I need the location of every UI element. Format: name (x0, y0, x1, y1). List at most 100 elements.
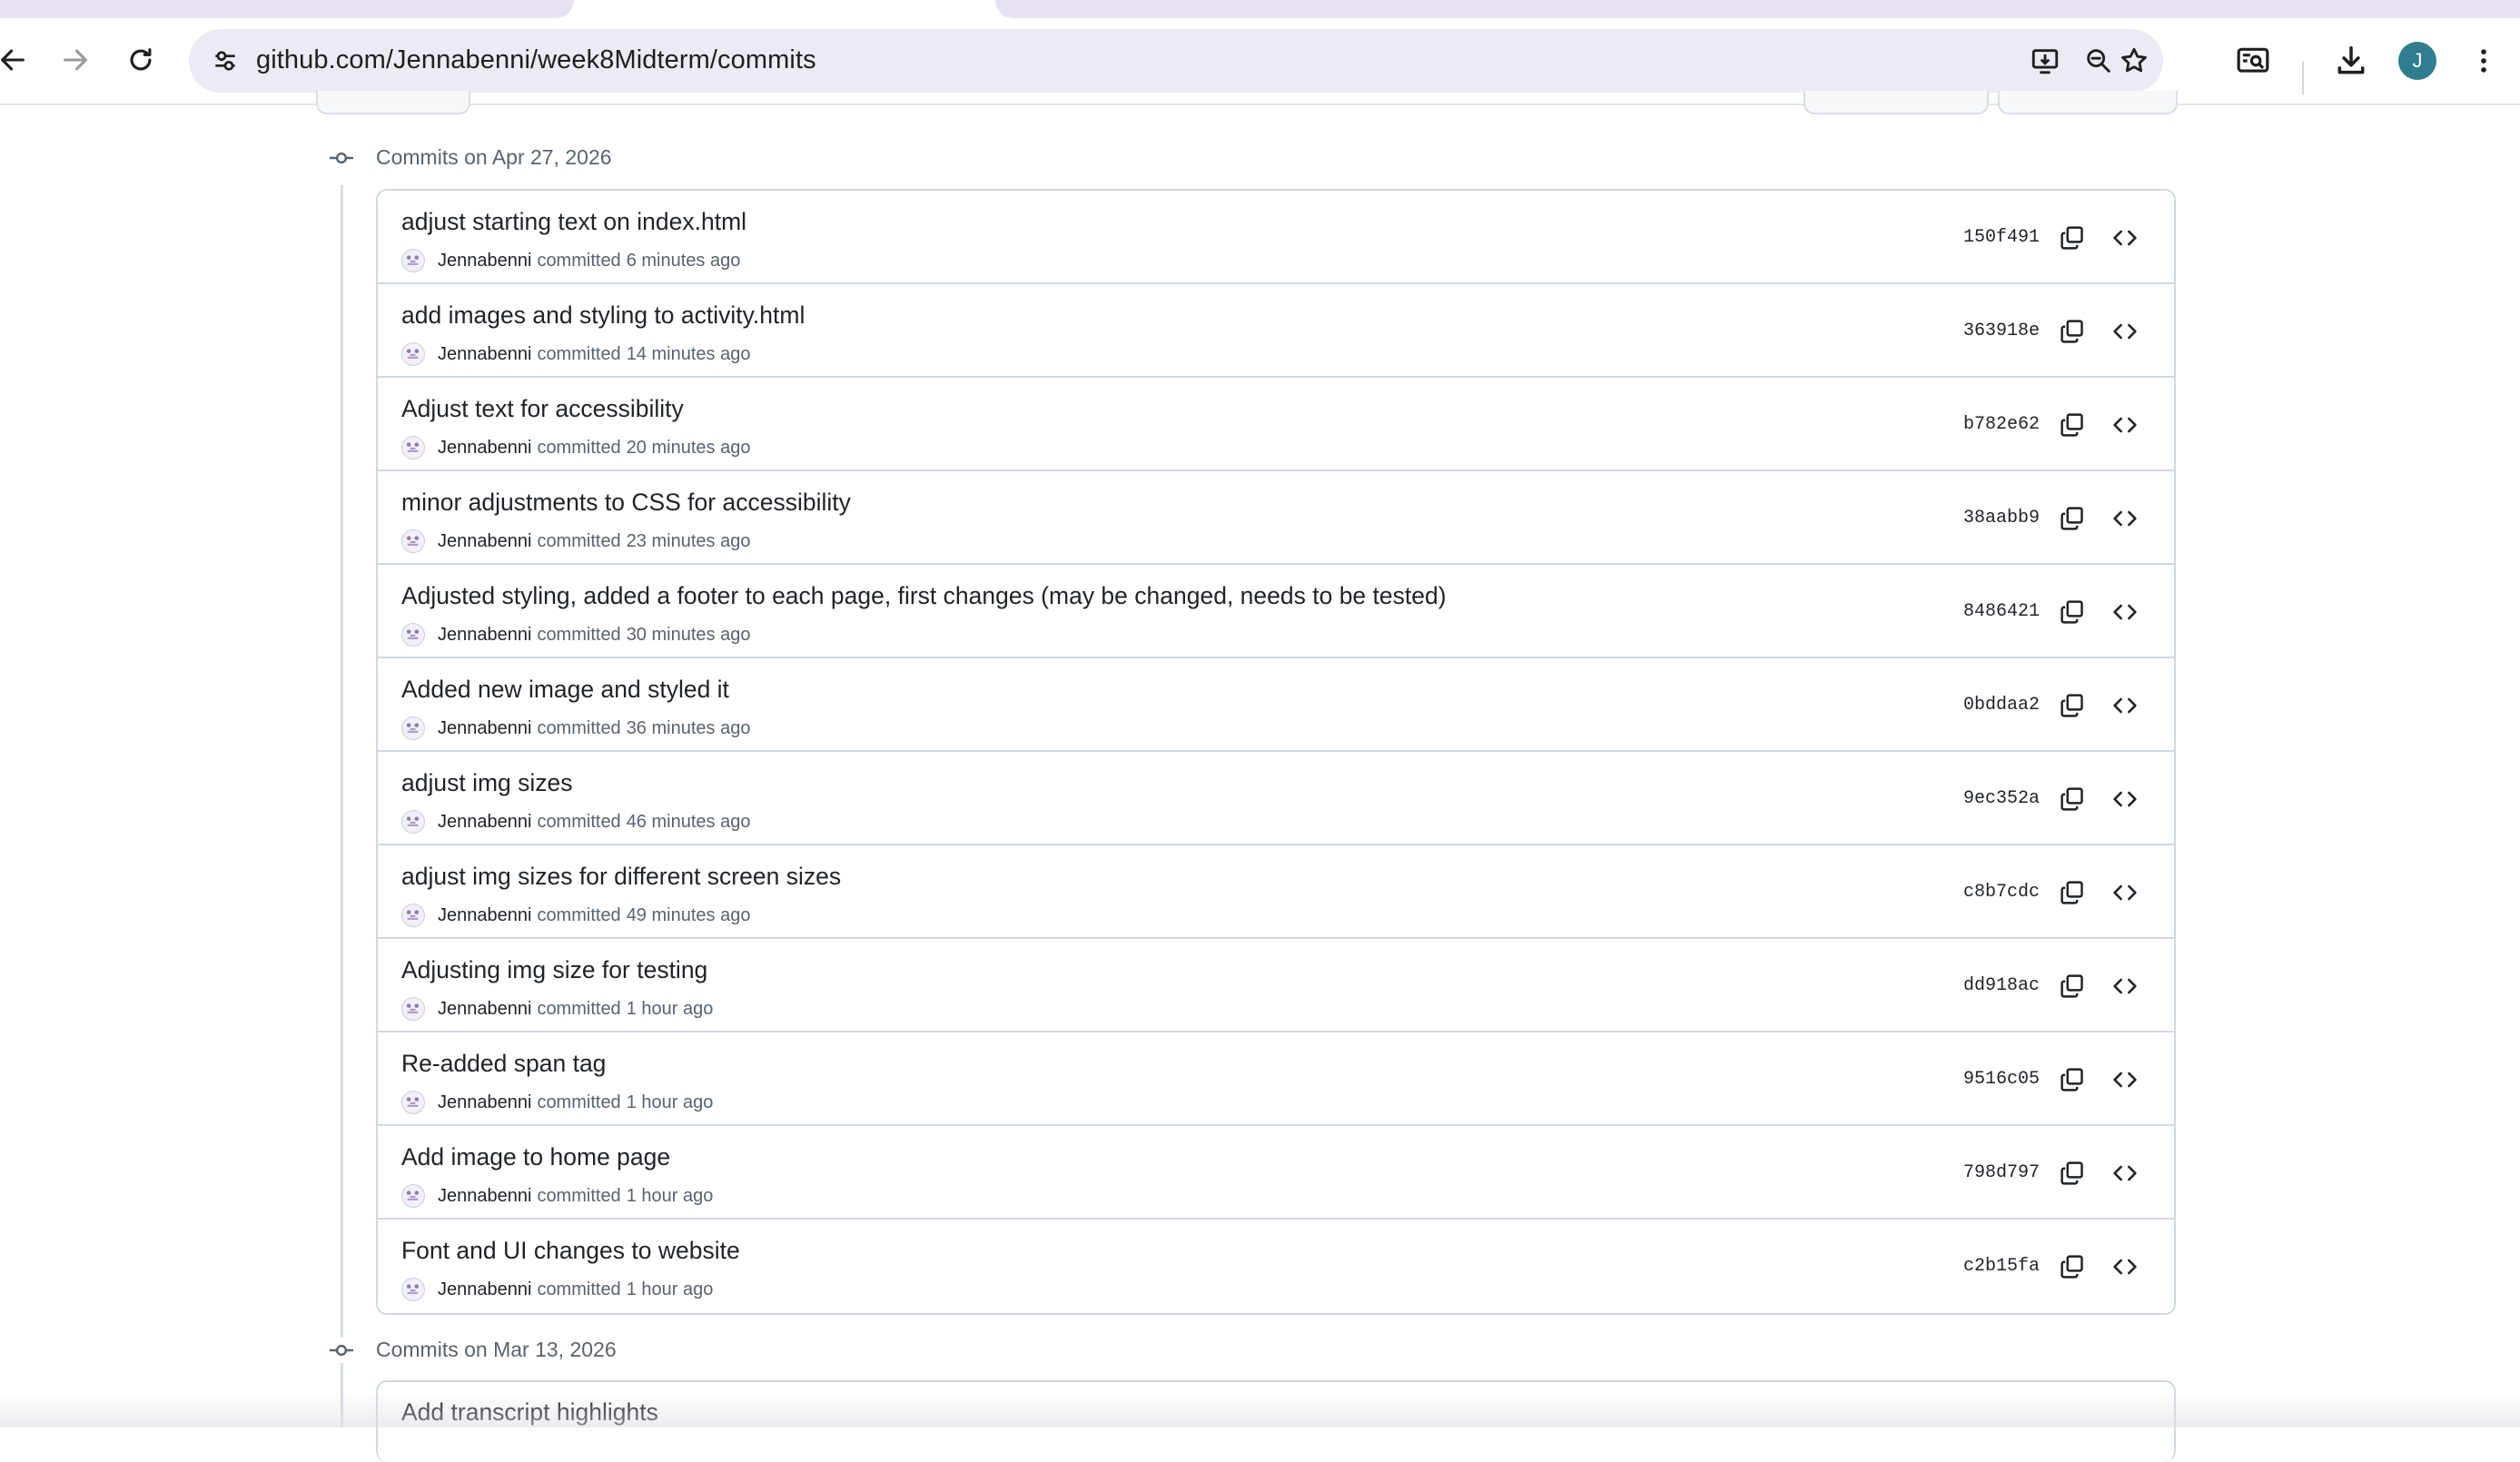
commit-row[interactable]: Adjust text for accessibility Jennabenni c… (378, 378, 2174, 471)
commit-row[interactable]: adjust img sizes for different screen si… (378, 845, 2174, 939)
back-button[interactable] (0, 40, 33, 80)
commit-row[interactable]: Add transcript highlights (378, 1382, 2174, 1462)
commit-row[interactable]: Font and UI changes to website Jennabenni… (378, 1220, 2174, 1313)
browse-repo-button[interactable] (2107, 968, 2143, 1004)
commit-row[interactable]: add images and styling to activity.html J… (378, 284, 2174, 378)
commit-author[interactable]: Jennabenni (438, 438, 531, 459)
browse-repo-button[interactable] (2107, 407, 2143, 443)
browse-repo-button[interactable] (2107, 874, 2143, 911)
commit-sha-link[interactable]: c2b15fa (1963, 1256, 2040, 1277)
copy-sha-button[interactable] (2054, 968, 2090, 1004)
commit-title[interactable]: adjust img sizes (401, 769, 573, 797)
commit-author[interactable]: Jennabenni (438, 344, 531, 365)
author-avatar[interactable] (401, 810, 425, 834)
inactive-tab-right[interactable] (995, 0, 2520, 18)
author-avatar[interactable] (401, 1091, 425, 1114)
browse-repo-button[interactable] (2107, 313, 2143, 350)
commit-sha-link[interactable]: 38aabb9 (1963, 508, 2040, 528)
forward-button[interactable] (55, 40, 95, 80)
copy-sha-button[interactable] (2054, 781, 2090, 817)
commit-author[interactable]: Jennabenni (438, 625, 531, 646)
commit-title[interactable]: adjust starting text on index.html (401, 208, 746, 236)
commit-author[interactable]: Jennabenni (438, 999, 531, 1020)
commit-title[interactable]: Add image to home page (401, 1143, 670, 1171)
author-avatar[interactable] (401, 1184, 425, 1208)
commit-title[interactable]: Add transcript highlights (401, 1398, 658, 1427)
partial-filter-button-2[interactable] (1998, 91, 2178, 114)
browse-repo-button[interactable] (2107, 781, 2143, 817)
lens-search-button[interactable] (2232, 40, 2274, 82)
commit-sha-link[interactable]: 150f491 (1963, 227, 2040, 248)
commit-row[interactable]: Adjusting img size for testing Jennabenni… (378, 939, 2174, 1032)
commit-author[interactable]: Jennabenni (438, 905, 531, 926)
author-avatar[interactable] (401, 904, 425, 927)
commit-title[interactable]: minor adjustments to CSS for accessibili… (401, 489, 851, 517)
partial-filter-button[interactable] (1804, 91, 1989, 114)
commit-title[interactable]: Re-added span tag (401, 1050, 606, 1078)
site-info-button[interactable] (205, 41, 245, 81)
copy-sha-button[interactable] (2054, 1249, 2090, 1285)
copy-sha-button[interactable] (2054, 500, 2090, 537)
commit-row[interactable]: Add image to home page Jennabenni committe… (378, 1126, 2174, 1220)
browse-repo-button[interactable] (2107, 687, 2143, 724)
zoom-button[interactable] (2079, 41, 2119, 81)
author-avatar[interactable] (401, 1278, 425, 1301)
commit-row[interactable]: minor adjustments to CSS for accessibili… (378, 471, 2174, 565)
commit-sha-link[interactable]: 9516c05 (1963, 1069, 2040, 1090)
commit-sha-link[interactable]: 363918e (1963, 321, 2040, 341)
author-avatar[interactable] (401, 997, 425, 1021)
commit-author[interactable]: Jennabenni (438, 1186, 531, 1207)
commit-author[interactable]: Jennabenni (438, 718, 531, 739)
commit-sha-link[interactable]: c8b7cdc (1963, 882, 2040, 903)
address-bar[interactable]: github.com/Jennabenni/week8Midterm/commi… (189, 29, 2163, 93)
browser-menu-button[interactable] (2463, 40, 2505, 82)
copy-sha-button[interactable] (2054, 407, 2090, 443)
commit-author[interactable]: Jennabenni (438, 1092, 531, 1113)
author-avatar[interactable] (401, 342, 425, 366)
commit-row[interactable]: Re-added span tag Jennabenni committed 1 ho… (378, 1032, 2174, 1126)
commit-sha-link[interactable]: 0bddaa2 (1963, 695, 2040, 716)
commit-title[interactable]: Adjusted styling, added a footer to each… (401, 582, 1447, 610)
copy-sha-button[interactable] (2054, 313, 2090, 350)
bookmark-button[interactable] (2114, 41, 2154, 81)
copy-sha-button[interactable] (2054, 220, 2090, 256)
author-avatar[interactable] (401, 716, 425, 740)
browse-repo-button[interactable] (2107, 1155, 2143, 1191)
copy-sha-button[interactable] (2054, 1155, 2090, 1191)
commit-sha-link[interactable]: 8486421 (1963, 601, 2040, 622)
commit-title[interactable]: Font and UI changes to website (401, 1237, 740, 1265)
commit-title[interactable]: Adjust text for accessibility (401, 395, 684, 423)
browse-repo-button[interactable] (2107, 1249, 2143, 1285)
commit-sha-link[interactable]: dd918ac (1963, 975, 2040, 996)
commit-author[interactable]: Jennabenni (438, 251, 531, 272)
commit-author[interactable]: Jennabenni (438, 812, 531, 833)
commit-row[interactable]: adjust img sizes Jennabenni committed 46 mi… (378, 752, 2174, 845)
author-avatar[interactable] (401, 529, 425, 553)
partial-branch-button[interactable] (316, 91, 470, 114)
reload-button[interactable] (121, 40, 161, 80)
copy-sha-button[interactable] (2054, 874, 2090, 911)
browse-repo-button[interactable] (2107, 594, 2143, 630)
commit-sha-link[interactable]: 798d797 (1963, 1162, 2040, 1183)
browse-repo-button[interactable] (2107, 500, 2143, 537)
commit-sha-link[interactable]: b782e62 (1963, 414, 2040, 435)
browse-repo-button[interactable] (2107, 220, 2143, 256)
url-text[interactable]: github.com/Jennabenni/week8Midterm/commi… (256, 45, 816, 75)
browse-repo-button[interactable] (2107, 1062, 2143, 1098)
profile-avatar[interactable]: J (2398, 42, 2436, 80)
commit-title[interactable]: Adjusting img size for testing (401, 956, 707, 984)
commit-author[interactable]: Jennabenni (438, 531, 531, 552)
copy-sha-button[interactable] (2054, 1062, 2090, 1098)
downloads-button[interactable] (2330, 40, 2372, 82)
inactive-tab-left[interactable] (0, 0, 574, 18)
commit-title[interactable]: add images and styling to activity.html (401, 301, 805, 330)
install-app-button[interactable] (2025, 41, 2065, 81)
author-avatar[interactable] (401, 623, 425, 647)
author-avatar[interactable] (401, 249, 425, 272)
copy-sha-button[interactable] (2054, 687, 2090, 724)
copy-sha-button[interactable] (2054, 594, 2090, 630)
commit-row[interactable]: Added new image and styled it Jennabenni c… (378, 658, 2174, 752)
commit-row[interactable]: adjust starting text on index.html Jennab… (378, 191, 2174, 284)
commit-sha-link[interactable]: 9ec352a (1963, 788, 2040, 809)
commit-author[interactable]: Jennabenni (438, 1279, 531, 1300)
